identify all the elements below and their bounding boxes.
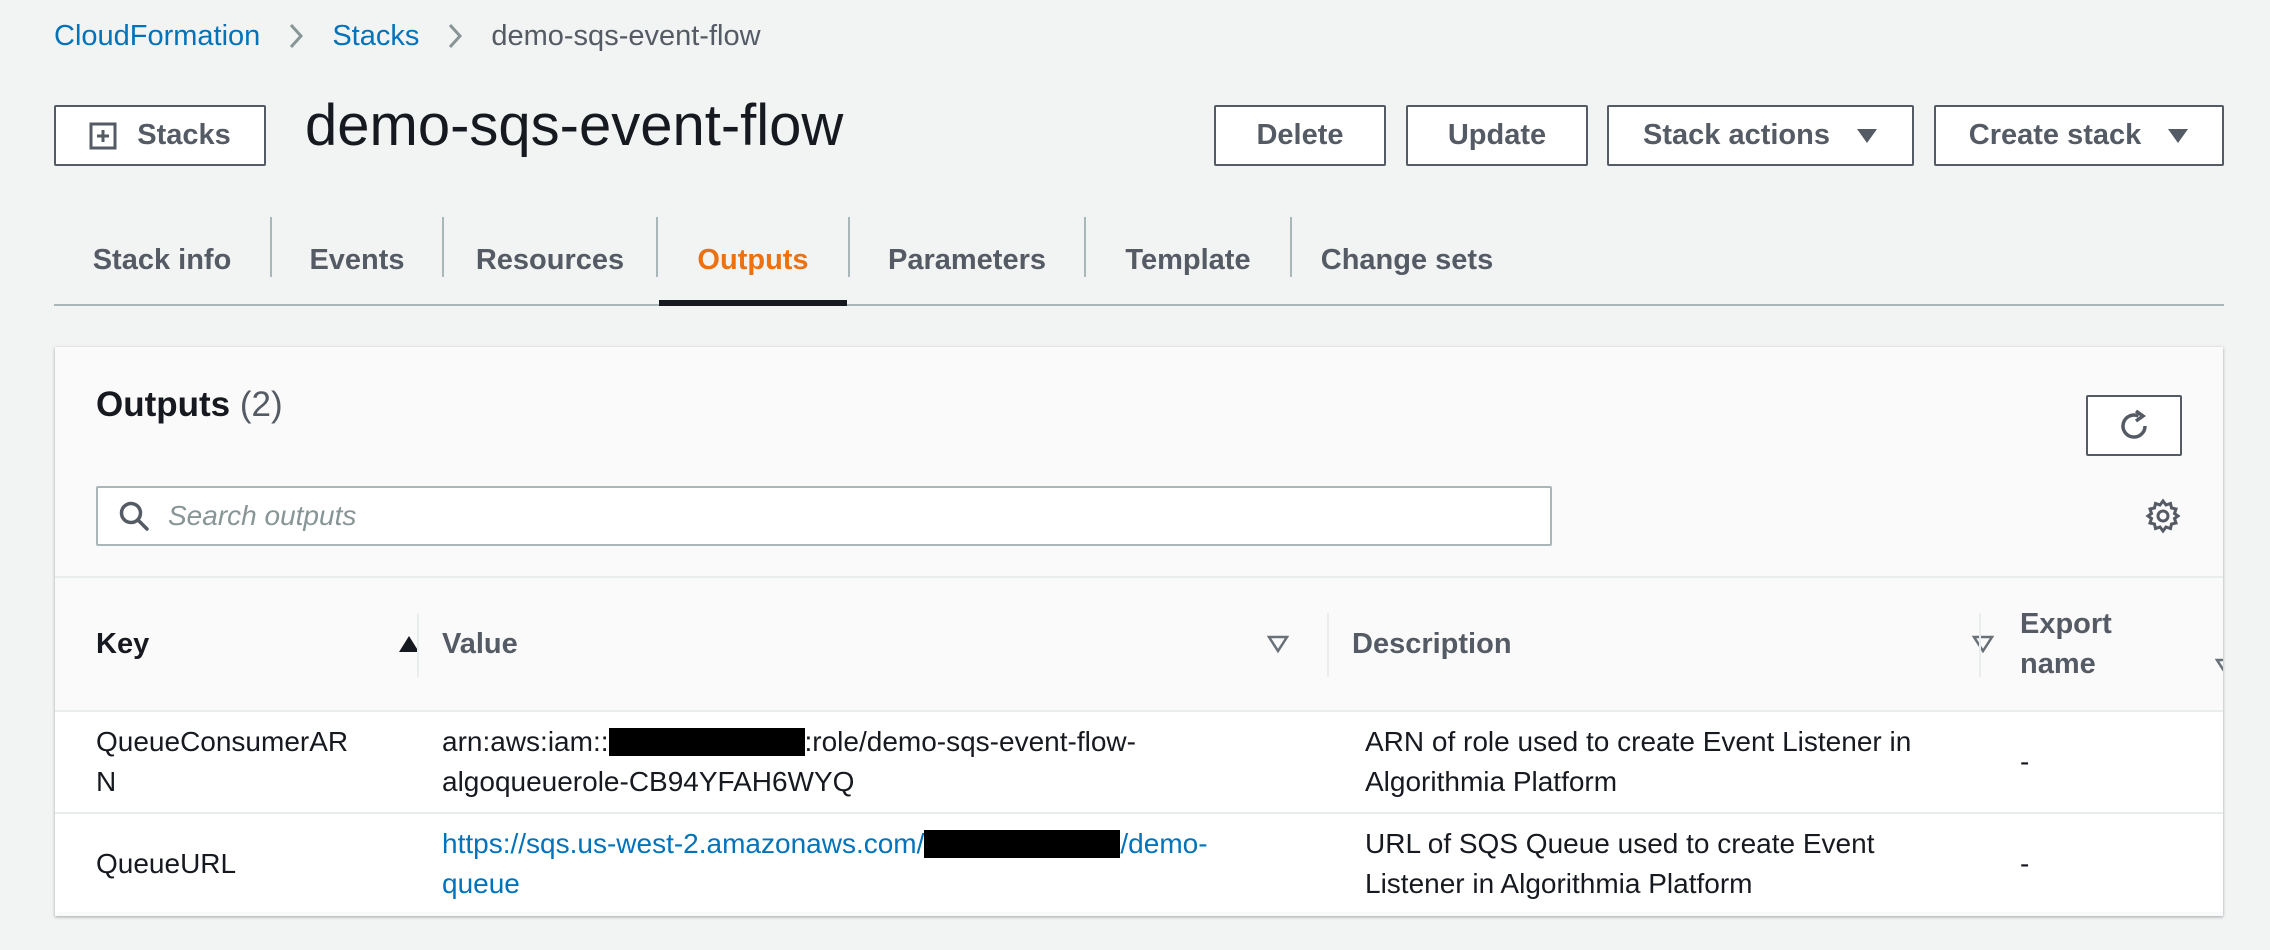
stack-actions-dropdown[interactable]: Stack actions bbox=[1607, 105, 1914, 166]
cell-description: ARN of role used to create Event Listene… bbox=[1365, 712, 2005, 812]
stacks-button-label: Stacks bbox=[137, 119, 231, 151]
cell-key: QueueConsumerAR N bbox=[96, 712, 416, 812]
tab-events[interactable]: Events bbox=[272, 214, 442, 306]
create-stack-dropdown[interactable]: Create stack bbox=[1934, 105, 2224, 166]
column-label-export-name: Export name bbox=[2020, 604, 2112, 684]
cell-key-line2: N bbox=[96, 766, 117, 797]
sort-neutral-icon bbox=[1267, 635, 1289, 653]
chevron-right-icon bbox=[447, 22, 463, 50]
search-box bbox=[96, 486, 1552, 546]
outputs-title-text: Outputs bbox=[96, 385, 231, 424]
tab-outputs[interactable]: Outputs bbox=[658, 214, 848, 306]
stacks-button[interactable]: Stacks bbox=[54, 105, 266, 166]
breadcrumb: CloudFormation Stacks demo-sqs-event-flo… bbox=[54, 16, 761, 56]
column-divider bbox=[1979, 613, 1981, 677]
page-title: demo-sqs-event-flow bbox=[305, 93, 844, 158]
table-row: QueueConsumerAR N arn:aws:iam:::role/dem… bbox=[55, 712, 2223, 812]
sort-neutral-icon bbox=[1972, 635, 1994, 653]
cell-value-suffix: /demo- bbox=[1120, 828, 1208, 859]
tab-stack-info[interactable]: Stack info bbox=[54, 214, 270, 306]
search-outputs-input[interactable] bbox=[166, 490, 1550, 542]
column-header-key[interactable]: Key bbox=[96, 578, 419, 710]
breadcrumb-link-cloudformation[interactable]: CloudFormation bbox=[54, 20, 260, 53]
column-label-description: Description bbox=[1352, 628, 1512, 660]
outputs-panel: Outputs (2) Key bbox=[55, 347, 2223, 916]
tab-change-sets[interactable]: Change sets bbox=[1292, 214, 1522, 306]
plus-square-icon bbox=[89, 122, 117, 150]
stack-tabs: Stack info Events Resources Outputs Para… bbox=[54, 214, 2224, 306]
cell-key: QueueURL bbox=[96, 848, 237, 879]
cell-value: arn:aws:iam:::role/demo-sqs-event-flow- … bbox=[442, 712, 1342, 812]
cell-value-line2: queue bbox=[442, 868, 520, 899]
column-label-value: Value bbox=[442, 628, 518, 660]
refresh-icon bbox=[2116, 408, 2152, 444]
column-label-export-name-line2: name bbox=[2020, 648, 2096, 680]
column-label-export-name-line1: Export bbox=[2020, 608, 2112, 640]
active-tab-indicator bbox=[659, 300, 847, 306]
delete-button-label: Delete bbox=[1256, 119, 1344, 151]
chevron-right-icon bbox=[288, 22, 304, 50]
column-header-export-name[interactable]: Export name bbox=[2020, 578, 2223, 710]
column-divider bbox=[1327, 613, 1329, 677]
cell-description-line2: Algorithmia Platform bbox=[1365, 766, 1618, 797]
breadcrumb-current: demo-sqs-event-flow bbox=[491, 19, 761, 52]
cell-value-prefix: arn:aws:iam:: bbox=[442, 726, 609, 757]
outputs-table-header: Key Value Description Export name bbox=[55, 576, 2223, 712]
update-button-label: Update bbox=[1447, 119, 1547, 151]
delete-button[interactable]: Delete bbox=[1214, 105, 1386, 166]
gear-icon[interactable] bbox=[2145, 498, 2181, 534]
redacted-account-id bbox=[608, 727, 805, 756]
table-row: QueueURL https://sqs.us-west-2.amazonaws… bbox=[55, 812, 2223, 912]
cell-description: URL of SQS Queue used to create Event Li… bbox=[1365, 814, 2005, 914]
queue-url-link[interactable]: https://sqs.us-west-2.amazonaws.com/ /dem… bbox=[442, 824, 1208, 904]
cell-description-line2: Listener in Algorithmia Platform bbox=[1365, 868, 1753, 899]
column-label-key: Key bbox=[96, 628, 150, 660]
column-header-description[interactable]: Description bbox=[1352, 578, 2012, 710]
cell-description-line1: ARN of role used to create Event Listene… bbox=[1365, 726, 1912, 757]
breadcrumb-link-stacks[interactable]: Stacks bbox=[332, 20, 419, 53]
cell-export-name: - bbox=[2020, 848, 2030, 879]
stack-actions-label: Stack actions bbox=[1643, 119, 1830, 151]
outputs-title: Outputs (2) bbox=[96, 383, 283, 427]
sort-neutral-icon bbox=[2215, 658, 2223, 676]
cell-value-prefix: https://sqs.us-west-2.amazonaws.com/ bbox=[442, 828, 925, 859]
tab-resources[interactable]: Resources bbox=[444, 214, 656, 306]
cell-key-line1: QueueConsumerAR bbox=[96, 726, 349, 757]
column-header-value[interactable]: Value bbox=[442, 578, 1342, 710]
cell-value-suffix: :role/demo-sqs-event-flow- bbox=[804, 726, 1136, 757]
cell-export-name: - bbox=[2020, 746, 2030, 777]
column-divider bbox=[417, 613, 419, 677]
cell-value-line2: algoqueuerole-CB94YFAH6WYQ bbox=[442, 766, 855, 797]
tab-template[interactable]: Template bbox=[1086, 214, 1290, 306]
refresh-button[interactable] bbox=[2086, 395, 2182, 456]
redacted-account-id bbox=[924, 829, 1121, 858]
create-stack-label: Create stack bbox=[1968, 119, 2142, 151]
tab-parameters[interactable]: Parameters bbox=[850, 214, 1084, 306]
search-icon bbox=[118, 500, 150, 532]
cell-description-line1: URL of SQS Queue used to create Event bbox=[1365, 828, 1875, 859]
cell-value: https://sqs.us-west-2.amazonaws.com/ /dem… bbox=[442, 814, 1342, 914]
update-button[interactable]: Update bbox=[1406, 105, 1588, 166]
caret-down-icon bbox=[1856, 128, 1878, 144]
caret-down-icon bbox=[2167, 128, 2189, 144]
outputs-count: (2) bbox=[239, 385, 283, 424]
